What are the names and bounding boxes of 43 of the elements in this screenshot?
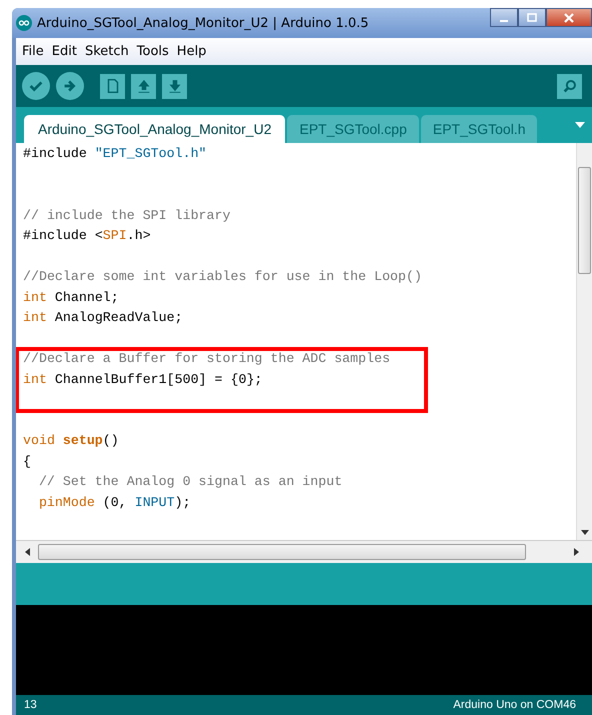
code-line: pinMode (0, INPUT);: [38, 494, 191, 510]
menu-item[interactable]: Sketch: [84, 44, 129, 59]
code-line: //Declare a Buffer for storing the ADC samples: [23, 351, 390, 366]
menu-item[interactable]: Tools: [136, 44, 169, 59]
scroll-thumb[interactable]: [38, 544, 526, 560]
code-line: int ChannelBuffer1[500] = {0};: [23, 372, 262, 386]
infinity-logo-icon: [16, 15, 32, 31]
caret-icon: [575, 121, 585, 129]
serial-monitor-button[interactable]: [557, 74, 582, 98]
menu-item[interactable]: Help: [176, 44, 206, 59]
right-arrow-icon[interactable]: [574, 548, 580, 556]
open-button[interactable]: [131, 74, 156, 98]
menu-item[interactable]: Edit: [52, 44, 77, 59]
window-title: Arduino_SGTool_Analog_Monitor_U2 | Arduino 1.0.5: [37, 16, 369, 30]
line-number: 13: [24, 699, 37, 711]
code-editor[interactable]: [16, 143, 592, 540]
maximize-icon: [526, 12, 538, 24]
code-line: {: [23, 454, 31, 468]
minimize-button[interactable]: [490, 8, 518, 27]
close-button[interactable]: [546, 8, 592, 27]
vertical-scrollbar[interactable]: [576, 143, 592, 540]
menu-item[interactable]: File: [22, 44, 44, 59]
code-line: // Set the Analog 0 signal as an input: [38, 474, 342, 489]
code-line: int AnalogReadValue;: [23, 310, 183, 325]
minimize-icon: [500, 20, 508, 22]
maximize-button[interactable]: [518, 8, 546, 27]
new-button[interactable]: [100, 74, 125, 98]
file-tab[interactable]: Arduino_SGTool_Analog_Monitor_U2: [24, 115, 286, 143]
horizontal-scrollbar[interactable]: [16, 540, 592, 563]
save-button[interactable]: [162, 74, 187, 98]
upload-button[interactable]: [56, 72, 84, 100]
code-line: #include "EPT_SGTool.h": [23, 146, 207, 161]
code-line: void setup(): [23, 433, 119, 448]
code-line: //Declare some int variables for use in the Loop(): [23, 269, 422, 284]
close-icon: [563, 12, 575, 24]
down-arrow-icon[interactable]: [580, 530, 588, 536]
board-port: Arduino Uno on COM46: [453, 699, 576, 711]
code-line: // include the SPI library: [23, 208, 230, 222]
code-line: int Channel;: [23, 290, 119, 304]
code-line: #include <SPI.h>: [23, 228, 151, 243]
verify-button[interactable]: [22, 72, 50, 100]
scroll-thumb[interactable]: [578, 167, 591, 274]
left-arrow-icon[interactable]: [24, 548, 30, 556]
